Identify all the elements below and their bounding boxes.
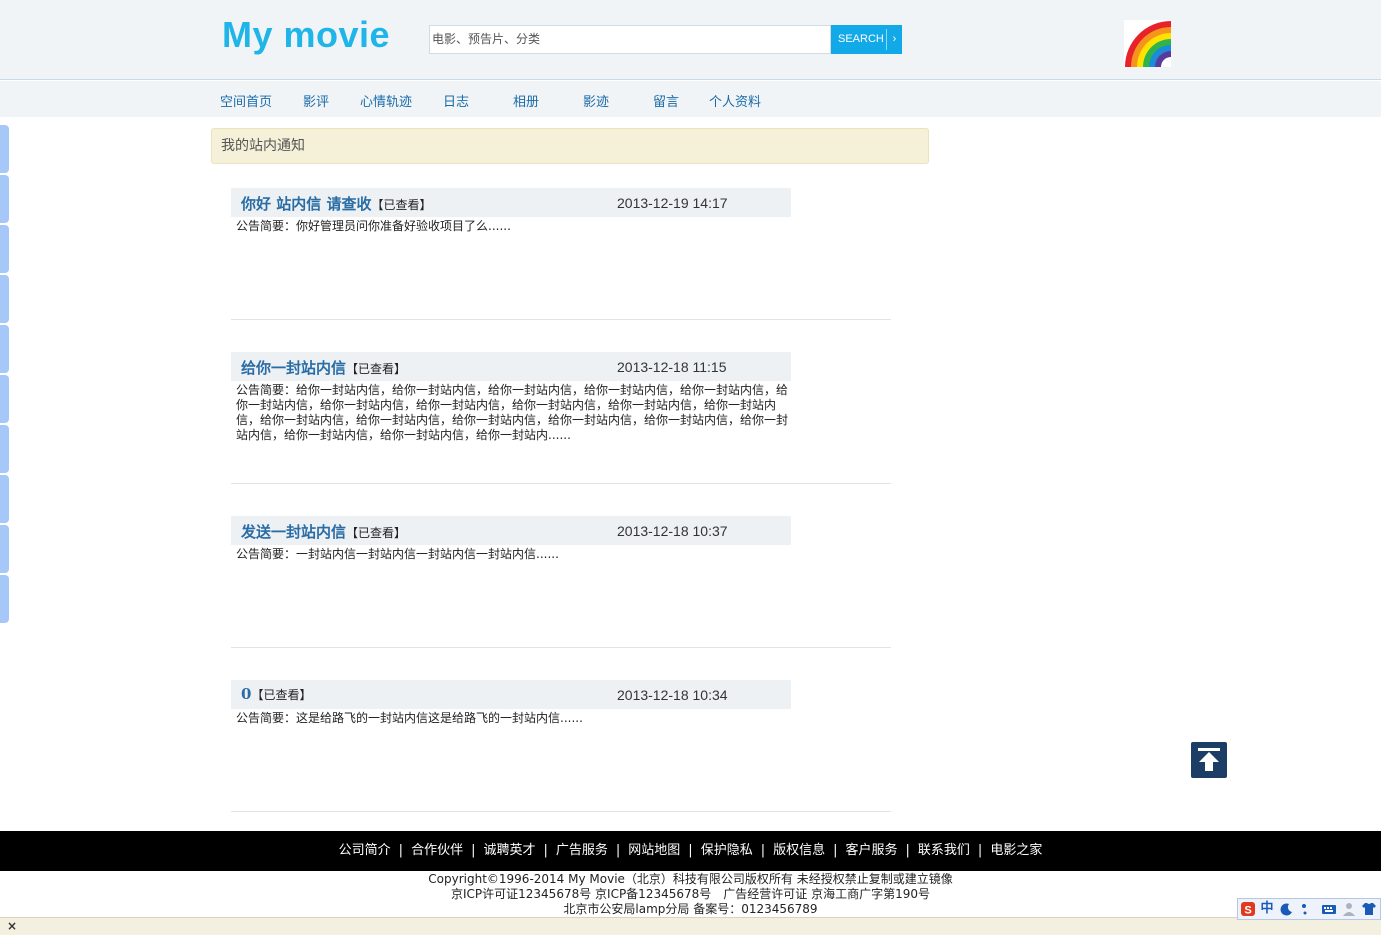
sogou-logo-icon[interactable]: S — [1240, 901, 1256, 917]
footer-link-partners[interactable]: 合作伙伴 — [411, 843, 463, 858]
message-summary: 公告简要：给你一封站内信，给你一封站内信，给你一封站内信，给你一封站内信，给你一… — [236, 383, 789, 442]
footer-separator: | — [615, 843, 621, 858]
moon-icon[interactable] — [1279, 901, 1295, 917]
footer-separator: | — [905, 843, 910, 858]
footer-link-privacy[interactable]: 保护隐私 — [701, 843, 753, 858]
side-tab[interactable] — [0, 275, 9, 323]
message-title: 你好 站内信 请查收 — [241, 195, 372, 213]
footer-link-contact[interactable]: 联系我们 — [918, 843, 970, 858]
footer-links: 公司简介 | 合作伙伴 | 诚聘英才 | 广告服务 | 网站地图 | 保护隐私 | 版权信息 | 客户服务 |… — [0, 831, 1381, 871]
side-tab[interactable] — [0, 375, 9, 423]
nav-item-blog[interactable]: 日志 — [443, 91, 469, 110]
footer-link-copyright[interactable]: 版权信息 — [773, 843, 825, 858]
nav-item-home[interactable]: 空间首页 — [220, 91, 272, 110]
side-tab[interactable] — [0, 175, 9, 223]
message-title-link[interactable]: 0【已查看】 — [241, 685, 311, 703]
footer-separator: | — [833, 843, 838, 858]
side-tab[interactable] — [0, 475, 9, 523]
footer-link-about[interactable]: 公司简介 — [339, 843, 391, 858]
message-status: 【已查看】 — [346, 362, 407, 376]
icp-text: 京ICP许可证12345678号 京ICP备12345678号 广告经营许可证 … — [450, 887, 930, 901]
side-tab[interactable] — [0, 525, 9, 573]
nav-item-guestbook[interactable]: 留言 — [653, 91, 679, 110]
punctuation-icon[interactable] — [1299, 901, 1315, 917]
message-date: 2013-12-19 14:17 — [617, 195, 728, 211]
message-item: 发送一封站内信【已查看】 2013-12-18 10:37 公告简要：一封站内信… — [231, 516, 891, 648]
nav-item-album[interactable]: 相册 — [513, 91, 539, 110]
rainbow-avatar-icon[interactable] — [1124, 20, 1171, 67]
search-button-label: SEARCH — [838, 33, 884, 45]
main-nav: 空间首页 影评 心情轨迹 日志 相册 影迹 留言 个人资料 — [0, 81, 1381, 117]
footer-link-movie-home[interactable]: 电影之家 — [990, 843, 1042, 858]
nav-item-mood[interactable]: 心情轨迹 — [360, 91, 412, 110]
side-tab[interactable] — [0, 125, 9, 173]
message-title-link[interactable]: 你好 站内信 请查收【已查看】 — [241, 193, 431, 214]
chevron-right-icon: › — [886, 29, 902, 50]
site-logo[interactable]: My movie — [222, 14, 390, 56]
message-status: 【已查看】 — [371, 198, 432, 212]
nav-item-profile[interactable]: 个人资料 — [709, 91, 761, 110]
message-title-link[interactable]: 给你一封站内信【已查看】 — [241, 357, 406, 378]
message-item: 0【已查看】 2013-12-18 10:34 公告简要：这是给路飞的一封站内信… — [231, 680, 891, 812]
header: My movie 电影、预告片、分类 SEARCH › — [0, 0, 1381, 80]
footer-separator: | — [543, 843, 548, 858]
message-date: 2013-12-18 10:37 — [617, 523, 728, 539]
footer-link-ads[interactable]: 广告服务 — [556, 843, 608, 858]
side-tab[interactable] — [0, 325, 9, 373]
message-title: 发送一封站内信 — [241, 523, 347, 541]
message-header: 发送一封站内信【已查看】 2013-12-18 10:37 — [231, 516, 791, 545]
message-title-link[interactable]: 发送一封站内信【已查看】 — [241, 521, 406, 542]
message-item: 你好 站内信 请查收【已查看】 2013-12-19 14:17 公告简要：你好… — [231, 188, 891, 320]
footer-link-service[interactable]: 客户服务 — [846, 843, 898, 858]
copyright-text: Copyright©1996-2014 My Movie（北京）科技有限公司版权… — [428, 872, 953, 886]
close-icon[interactable]: × — [7, 919, 17, 933]
page-title: 我的站内通知 — [211, 128, 929, 164]
footer-separator: | — [471, 843, 476, 858]
message-title: 给你一封站内信 — [241, 359, 347, 377]
footer-separator: | — [398, 843, 404, 858]
user-icon[interactable] — [1341, 901, 1357, 917]
message-header: 你好 站内信 请查收【已查看】 2013-12-19 14:17 — [231, 188, 791, 217]
chinese-mode-icon[interactable]: 中 — [1259, 901, 1275, 917]
message-status: 【已查看】 — [251, 688, 312, 702]
message-header: 0【已查看】 2013-12-18 10:34 — [231, 680, 791, 709]
side-tab[interactable] — [0, 575, 9, 623]
side-tab[interactable] — [0, 225, 9, 273]
footer-link-sitemap[interactable]: 网站地图 — [628, 843, 680, 858]
search-button[interactable]: SEARCH › — [831, 25, 902, 54]
message-header: 给你一封站内信【已查看】 2013-12-18 11:15 — [231, 352, 791, 381]
arrow-up-icon — [1198, 748, 1220, 771]
message-item: 给你一封站内信【已查看】 2013-12-18 11:15 公告简要：给你一封站… — [231, 352, 891, 484]
footer-separator: | — [760, 843, 766, 858]
message-date: 2013-12-18 11:15 — [617, 359, 727, 375]
skin-icon[interactable] — [1361, 901, 1377, 917]
message-title: 0 — [241, 685, 252, 703]
svg-text:S: S — [1244, 905, 1251, 917]
footer-link-jobs[interactable]: 诚聘英才 — [483, 843, 535, 858]
side-tab[interactable] — [0, 425, 9, 473]
police-record-text: 北京市公安局lamp分局 备案号：0123456789 — [563, 902, 818, 916]
search-input[interactable]: 电影、预告片、分类 — [429, 25, 831, 54]
bottom-bar: × — [0, 917, 1381, 935]
message-summary: 公告简要：这是给路飞的一封站内信这是给路飞的一封站内信...... — [236, 711, 583, 725]
nav-item-reviews[interactable]: 影评 — [303, 91, 329, 110]
footer-separator: | — [688, 843, 693, 858]
footer-info: Copyright©1996-2014 My Movie（北京）科技有限公司版权… — [0, 872, 1381, 917]
message-date: 2013-12-18 10:34 — [617, 687, 728, 703]
message-summary: 公告简要：一封站内信一封站内信一封站内信一封站内信...... — [236, 547, 559, 561]
side-tabs — [0, 125, 9, 625]
nav-item-movie-trace[interactable]: 影迹 — [583, 91, 609, 110]
message-summary: 公告简要：你好管理员问你准备好验收项目了么...... — [236, 219, 511, 233]
ime-toolbar: S 中 — [1237, 898, 1381, 920]
keyboard-icon[interactable] — [1321, 901, 1337, 917]
back-to-top-button[interactable] — [1191, 742, 1227, 778]
message-status: 【已查看】 — [346, 526, 407, 540]
footer-separator: | — [977, 843, 983, 858]
